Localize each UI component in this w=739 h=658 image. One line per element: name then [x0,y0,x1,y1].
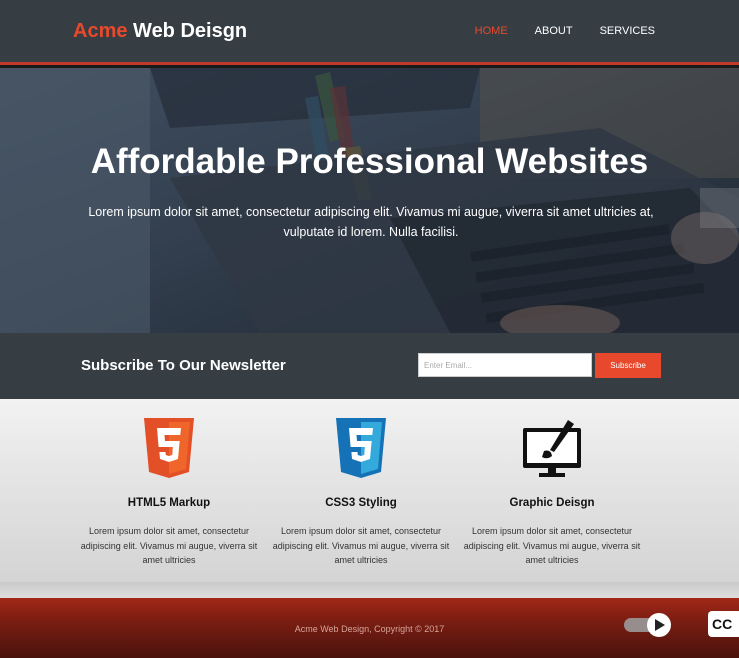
nav-about-link[interactable]: ABOUT [535,25,573,37]
main-nav: HOME ABOUT SERVICES [475,25,655,37]
nav-home-link[interactable]: HOME [475,25,508,37]
hero-text: Lorem ipsum dolor sit amet, consectetur … [88,205,654,239]
cc-label: CC [712,616,732,632]
feature-text: Lorem ipsum dolor sit amet, consectetur … [80,526,258,565]
feature-text: Lorem ipsum dolor sit amet, consectetur … [272,526,450,565]
feature-title: CSS3 Styling [325,497,397,509]
closed-captions-icon[interactable]: CC [708,611,739,637]
site-header: Acme Web Deisgn HOME ABOUT SERVICES [0,0,739,65]
newsletter-section: Subscribe To Our Newsletter Subscribe [0,333,739,399]
hero-overlay [0,68,739,333]
css3-icon [272,418,450,480]
nav-services-link[interactable]: SERVICES [600,25,655,37]
monitor-brush-icon [463,418,641,480]
autoplay-toggle[interactable] [623,612,673,638]
features-section: HTML5 Markup Lorem ipsum dolor sit amet,… [0,399,739,582]
subscribe-button[interactable]: Subscribe [595,353,661,378]
site-logo[interactable]: Acme Web Deisgn [73,20,247,43]
showcase-section: Affordable Professional Websites Lorem i… [0,68,739,333]
brand-name: Web Deisgn [133,20,248,42]
brand-highlight: Acme [73,20,128,42]
feature-title: HTML5 Markup [127,497,211,509]
section-divider [0,582,739,598]
html5-icon [80,418,258,480]
newsletter-title: Subscribe To Our Newsletter [81,357,286,374]
hero-title: Affordable Professional Websites [90,142,649,181]
email-input[interactable] [418,353,592,377]
feature-title: Graphic Deisgn [509,497,595,509]
feature-text: Lorem ipsum dolor sit amet, consectetur … [463,526,641,565]
